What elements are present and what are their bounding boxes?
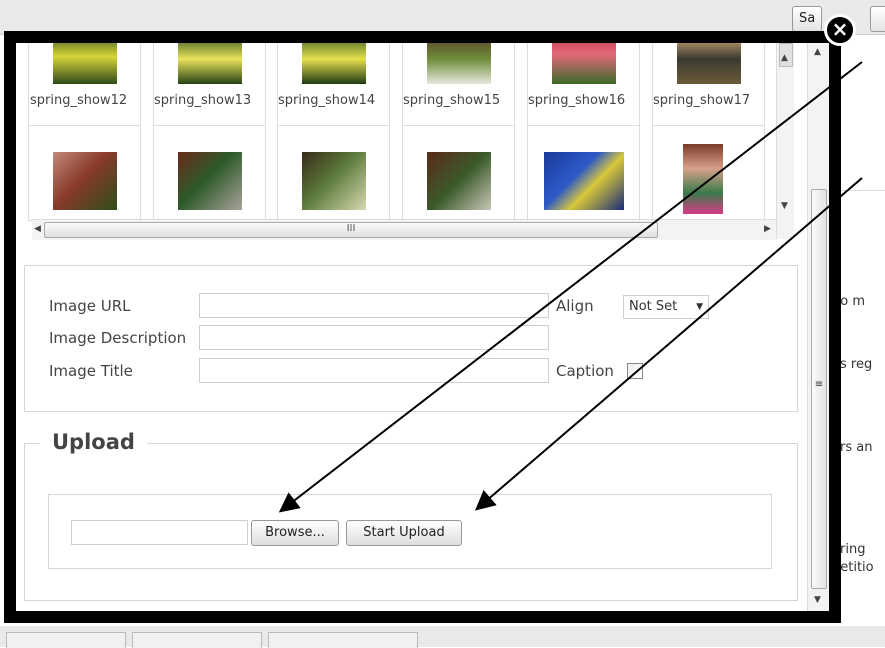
- scroll-down-icon[interactable]: ▼: [814, 595, 821, 605]
- thumbnail-image: [427, 43, 491, 84]
- close-icon[interactable]: ×: [824, 14, 856, 46]
- thumbnail-image: [178, 43, 242, 84]
- scroll-down-icon[interactable]: ▼: [781, 201, 788, 211]
- thumbnail-spring-show17[interactable]: [652, 43, 765, 129]
- toolbar-button-partial[interactable]: [870, 6, 885, 32]
- browse-button[interactable]: Browse...: [251, 520, 339, 546]
- thumbnail-image: [677, 43, 741, 84]
- image-title-label: Image Title: [49, 362, 133, 380]
- thumbnail-photo[interactable]: [402, 125, 515, 221]
- image-description-label: Image Description: [49, 329, 187, 347]
- thumbnail-image: [302, 43, 366, 84]
- caption-label: Caption: [556, 362, 614, 380]
- upload-legend: Upload: [40, 430, 147, 454]
- save-button-partial[interactable]: Sa: [792, 6, 823, 32]
- thumbnail-image: [178, 152, 242, 210]
- caption-checkbox[interactable]: [627, 363, 643, 379]
- background-tab-2[interactable]: [132, 632, 262, 648]
- thumbnail-spring-show14[interactable]: [277, 43, 390, 129]
- image-dialog-content: spring_show12 spring_show13 spring_show1…: [16, 43, 829, 611]
- thumbnail-photo[interactable]: [527, 125, 640, 221]
- thumbnail-photo[interactable]: [277, 125, 390, 221]
- thumbnail-image: [53, 152, 117, 210]
- start-upload-button[interactable]: Start Upload: [346, 520, 462, 546]
- align-label: Align: [556, 297, 594, 315]
- thumbnail-image: [552, 43, 616, 84]
- background-tab-3[interactable]: [268, 632, 418, 648]
- gallery-horizontal-scroll-thumb[interactable]: III: [44, 222, 658, 238]
- file-path-input[interactable]: [71, 520, 248, 545]
- image-url-input[interactable]: [199, 293, 549, 318]
- thumbnail-caption: spring_show12: [30, 93, 128, 108]
- thumbnail-caption: spring_show13: [154, 93, 252, 108]
- thumbnail-image: [544, 152, 624, 210]
- gallery-horizontal-scrollbar[interactable]: ◀ III ▶: [32, 219, 776, 240]
- thumbnail-caption: spring_show15: [403, 93, 501, 108]
- thumbnail-photo[interactable]: [153, 125, 266, 221]
- image-gallery: spring_show12 spring_show13 spring_show1…: [16, 43, 794, 240]
- scroll-up-icon[interactable]: ▲: [781, 53, 788, 63]
- scroll-right-icon[interactable]: ▶: [764, 224, 771, 234]
- dialog-vertical-scrollbar[interactable]: ▲ ≡ ▼: [807, 43, 829, 611]
- thumbnail-image: [427, 152, 491, 210]
- background-toolbar: [0, 0, 885, 35]
- thumbnail-image: [683, 144, 723, 214]
- image-url-label: Image URL: [49, 297, 131, 315]
- dialog-vertical-scroll-thumb[interactable]: ≡: [811, 189, 827, 589]
- thumbnail-caption: spring_show17: [653, 93, 751, 108]
- scroll-up-icon[interactable]: ▲: [814, 47, 821, 57]
- scroll-left-icon[interactable]: ◀: [34, 224, 41, 234]
- image-description-input[interactable]: [199, 325, 549, 350]
- thumbnail-photo[interactable]: [652, 125, 765, 221]
- thumbnail-photo[interactable]: [28, 125, 141, 221]
- image-dialog: spring_show12 spring_show13 spring_show1…: [4, 31, 841, 623]
- gallery-vertical-scrollbar[interactable]: ▲ ▼: [776, 43, 794, 239]
- thumbnail-spring-show16[interactable]: [527, 43, 640, 129]
- scroll-grip-icon: ≡: [814, 379, 824, 390]
- thumbnail-image: [302, 152, 366, 210]
- thumbnail-spring-show12[interactable]: [28, 43, 141, 129]
- image-title-input[interactable]: [199, 358, 549, 383]
- background-tab-1[interactable]: [6, 632, 126, 648]
- thumbnail-spring-show13[interactable]: [153, 43, 266, 129]
- thumbnail-spring-show15[interactable]: [402, 43, 515, 129]
- thumbnail-caption: spring_show14: [278, 93, 376, 108]
- align-select[interactable]: Not Set ▼: [623, 295, 709, 319]
- align-selected-value: Not Set: [629, 299, 678, 314]
- thumbnail-caption: spring_show16: [528, 93, 626, 108]
- thumbnail-image: [53, 43, 117, 84]
- chevron-down-icon: ▼: [696, 302, 703, 312]
